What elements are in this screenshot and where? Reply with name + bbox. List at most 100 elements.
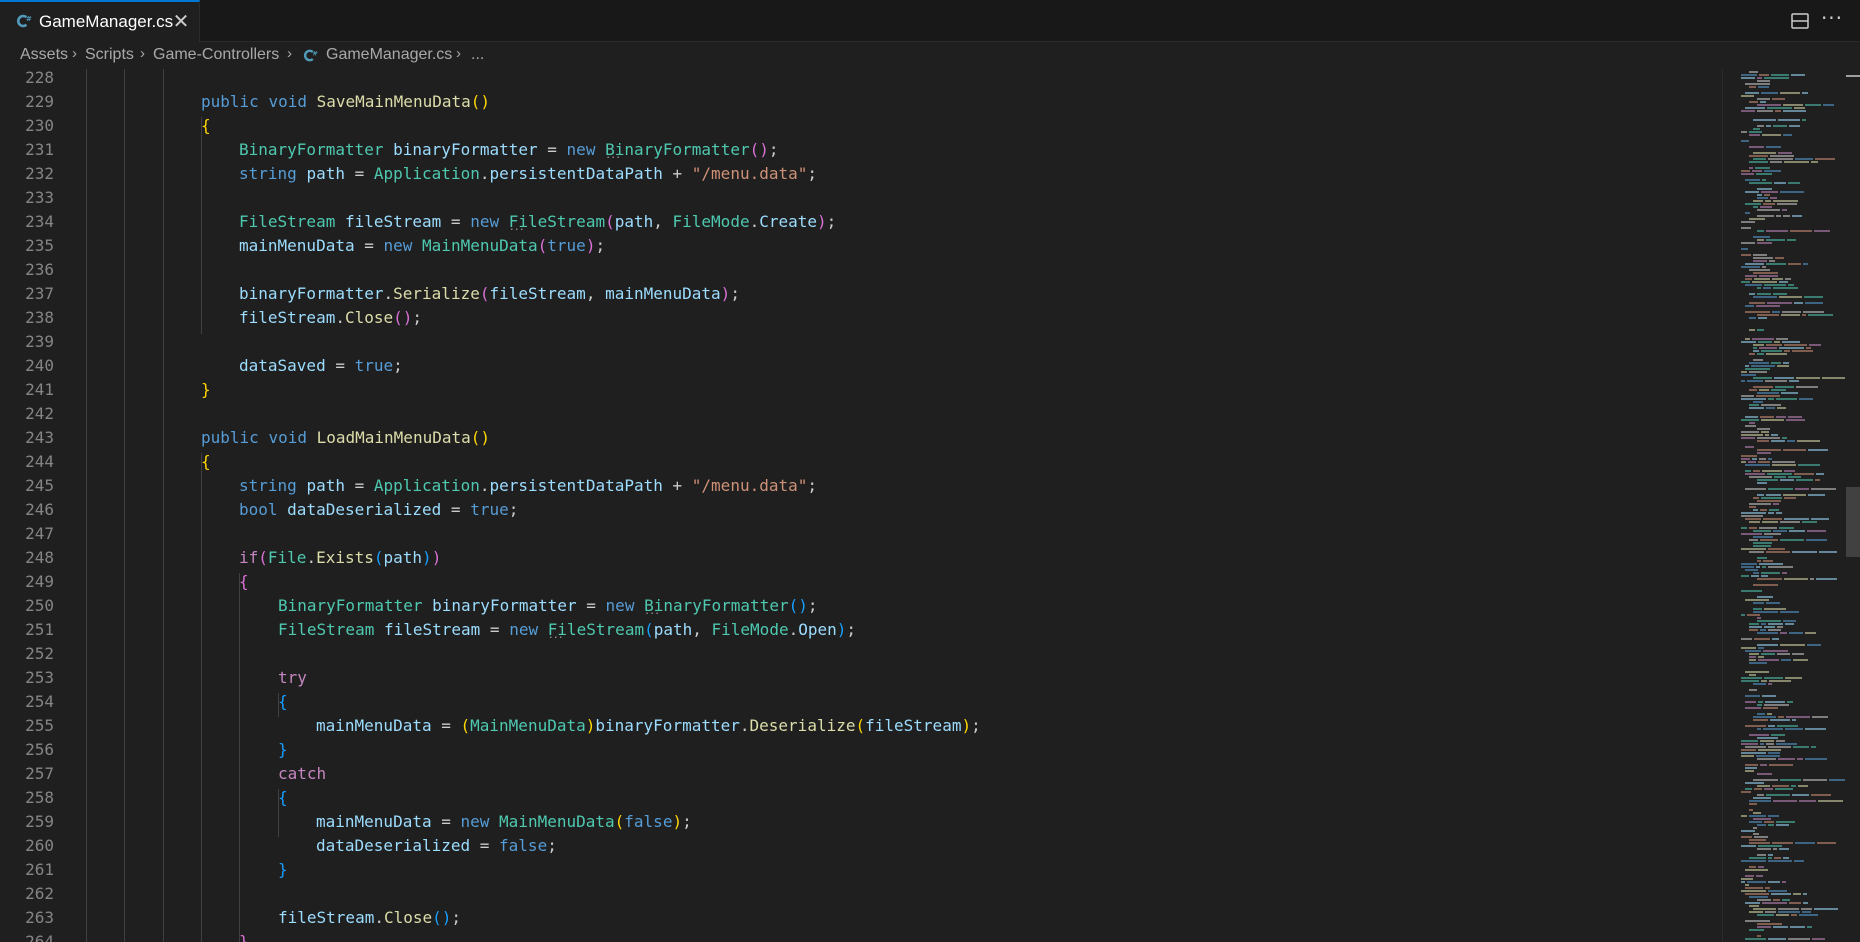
minimap-line	[1752, 281, 1777, 283]
code-editor[interactable]: 228 229 public void SaveMainMenuData() 2…	[0, 69, 1720, 942]
minimap-line	[1741, 434, 1763, 436]
minimap-line	[1741, 140, 1749, 142]
minimap-line	[1741, 95, 1754, 97]
minimap-line	[1749, 161, 1768, 163]
minimap-line	[1745, 416, 1758, 418]
minimap-line	[1741, 548, 1766, 550]
minimap-line	[1741, 533, 1762, 535]
svg-text:#: #	[312, 50, 318, 58]
minimap-line	[1764, 170, 1781, 172]
minimap-line	[1764, 704, 1789, 706]
code-line: 249 {	[0, 570, 1720, 594]
minimap-line	[1768, 854, 1773, 856]
breadcrumb-assets[interactable]: Assets	[20, 46, 68, 64]
minimap-line	[1783, 134, 1792, 136]
minimap-line	[1745, 875, 1754, 877]
minimap-line	[1748, 461, 1756, 463]
minimap-line	[1780, 611, 1799, 613]
code-text: dataDeserialized = false;	[316, 836, 557, 855]
split-editor-icon[interactable]	[1788, 9, 1812, 33]
minimap-line	[1773, 200, 1798, 202]
minimap-line	[1772, 311, 1780, 313]
code-line: 255 mainMenuData = (MainMenuData)binaryF…	[0, 714, 1720, 738]
minimap-line	[1757, 353, 1764, 355]
minimap-line	[1749, 293, 1755, 295]
minimap-line	[1764, 533, 1781, 535]
line-number: 240	[25, 356, 54, 375]
code-text: mainMenuData = new MainMenuData(false);	[316, 812, 692, 831]
minimap-line	[1753, 152, 1776, 154]
minimap-line	[1784, 470, 1795, 472]
minimap-line	[1809, 344, 1821, 346]
minimap-line	[1741, 431, 1759, 433]
minimap-line	[1788, 938, 1810, 940]
minimap-line	[1758, 341, 1772, 343]
minimap-line	[1741, 890, 1766, 892]
minimap-line	[1749, 815, 1766, 817]
minimap-line	[1783, 104, 1803, 106]
minimap-line	[1749, 371, 1767, 373]
minimap-line	[1808, 494, 1825, 496]
minimap-line	[1757, 596, 1773, 598]
line-number: 260	[25, 836, 54, 855]
minimap-line	[1811, 794, 1831, 796]
minimap-line	[1788, 284, 1794, 286]
minimap-line	[1792, 653, 1804, 655]
close-icon[interactable]: ✕	[170, 10, 192, 32]
minimap-line	[1773, 503, 1779, 505]
minimap-line	[1779, 296, 1802, 298]
minimap-line	[1741, 341, 1756, 343]
code-line: 261 }	[0, 858, 1720, 882]
vertical-scrollbar[interactable]	[1846, 69, 1860, 942]
minimap-line	[1803, 263, 1808, 265]
line-number: 241	[25, 380, 54, 399]
minimap-line	[1773, 287, 1798, 289]
minimap-line	[1764, 677, 1783, 679]
more-actions-icon[interactable]: ···	[1820, 8, 1844, 33]
minimap-line	[1745, 278, 1752, 280]
minimap-line	[1785, 278, 1791, 280]
minimap-line	[1757, 794, 1764, 796]
breadcrumb-gamemanager[interactable]: GameManager.cs	[326, 46, 452, 64]
scrollbar-thumb[interactable]	[1846, 487, 1860, 557]
code-text: }	[239, 932, 249, 942]
minimap-line	[1741, 380, 1745, 382]
code-text: BinaryFormatter binaryFormatter = new Bi…	[278, 594, 818, 618]
tab-gamemanager[interactable]: # GameManager.cs ✕	[0, 0, 200, 42]
minimap-line	[1779, 848, 1789, 850]
minimap-line	[1753, 530, 1771, 532]
minimap[interactable]	[1722, 69, 1846, 942]
minimap-line	[1745, 338, 1750, 340]
csharp-file-icon: #	[17, 14, 32, 28]
breadcrumb-game-controllers[interactable]: Game-Controllers	[153, 46, 279, 64]
breadcrumb-scripts[interactable]: Scripts	[85, 46, 134, 64]
line-number: 252	[25, 644, 54, 663]
minimap-line	[1757, 194, 1762, 196]
code-line: 237 binaryFormatter.Serialize(fileStream…	[0, 282, 1720, 306]
minimap-line	[1741, 743, 1758, 745]
minimap-line	[1766, 125, 1771, 127]
minimap-line	[1763, 650, 1788, 652]
code-line: 236	[0, 258, 1720, 282]
minimap-line	[1745, 305, 1754, 307]
minimap-line	[1741, 647, 1756, 649]
minimap-line	[1761, 191, 1778, 193]
minimap-line	[1777, 203, 1797, 205]
minimap-line	[1741, 242, 1755, 244]
minimap-line	[1763, 728, 1783, 730]
minimap-line	[1763, 518, 1782, 520]
minimap-line	[1749, 905, 1759, 907]
minimap-line	[1792, 794, 1809, 796]
minimap-line	[1757, 758, 1776, 760]
minimap-line	[1745, 488, 1766, 490]
minimap-line	[1749, 809, 1753, 811]
minimap-line	[1764, 194, 1770, 196]
minimap-line	[1816, 473, 1824, 475]
code-text: {	[201, 452, 211, 471]
minimap-line	[1785, 728, 1803, 730]
minimap-line	[1811, 518, 1829, 520]
breadcrumb-symbol[interactable]: ...	[471, 46, 484, 64]
minimap-line	[1791, 785, 1796, 787]
minimap-line	[1765, 887, 1770, 889]
minimap-line	[1741, 515, 1763, 517]
